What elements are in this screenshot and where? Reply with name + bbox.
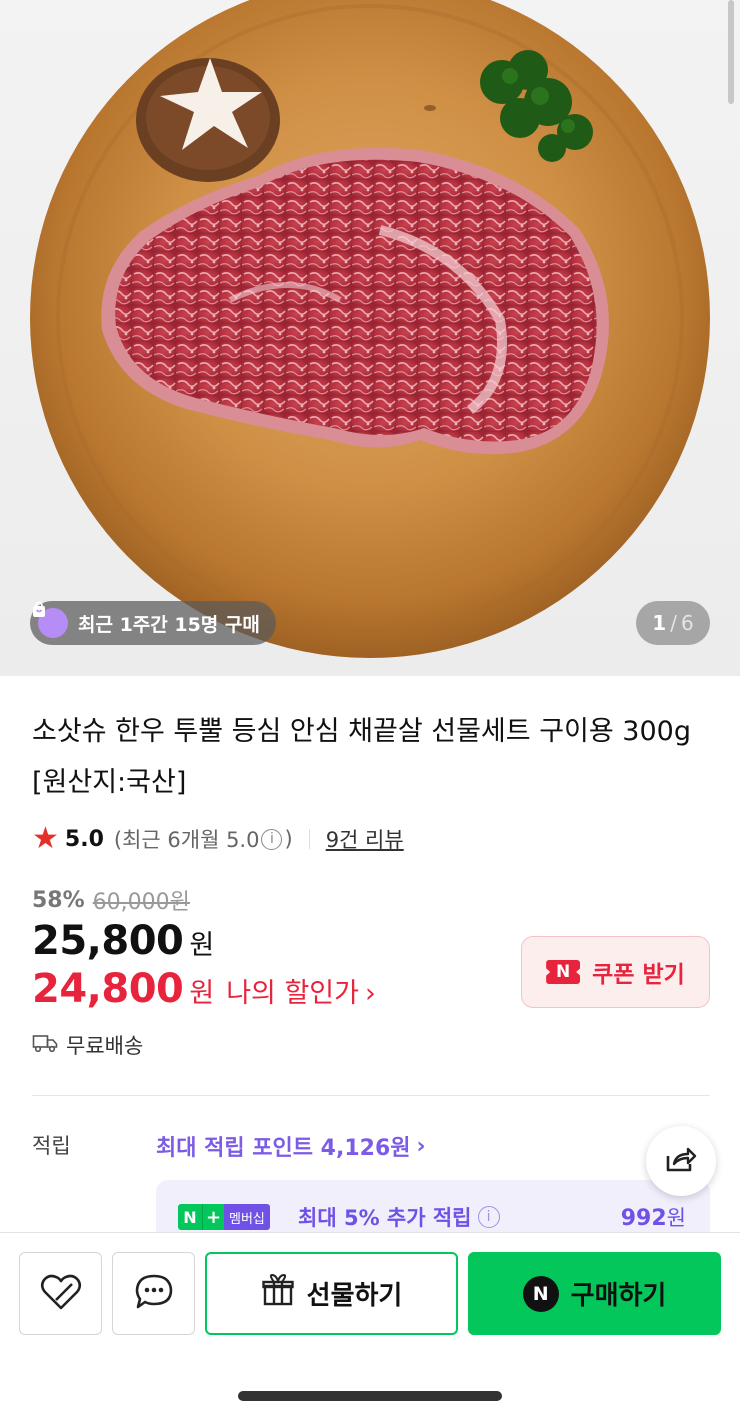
steak-on-board-photo (30, 0, 710, 658)
shopping-bag-icon (33, 601, 68, 638)
naver-plus-membership-badge: N + 멤버십 (178, 1204, 270, 1230)
image-counter-total: 6 (680, 611, 694, 635)
my-discount-price-label: 나의 할인가 (226, 978, 359, 1009)
gift-button[interactable]: 선물하기 (205, 1252, 458, 1335)
info-icon[interactable]: i (261, 828, 283, 850)
membership-amount: 992원 (621, 1202, 686, 1232)
recent-purchase-badge: 최근 1주간 15명 구매 (30, 601, 276, 645)
image-counter: 1 / 6 (636, 601, 710, 645)
coupon-button-label: 쿠폰 받기 (592, 962, 685, 988)
max-points-link[interactable]: 최대 적립 포인트 4,126원 › (156, 1130, 426, 1162)
shipping-info: 무료배송 (32, 1030, 143, 1060)
home-indicator[interactable] (238, 1391, 502, 1401)
membership-text: 최대 5% 추가 적립 i (298, 1202, 500, 1232)
chat-bubble-icon (133, 1272, 175, 1316)
recent-rating-close: ) (284, 827, 293, 851)
buy-button-label: 구매하기 (570, 1281, 667, 1311)
my-discount-price-link[interactable]: 24,800 원 나의 할인가 › (32, 966, 376, 1012)
shipping-text: 무료배송 (66, 1034, 144, 1058)
original-price: 60,000원 (92, 890, 190, 915)
recent-rating: (최근 6개월 5.0 i ) (114, 824, 293, 854)
membership-amount-value: 992 (620, 1206, 667, 1231)
gift-button-label: 선물하기 (306, 1281, 403, 1311)
rating-score: 5.0 (64, 826, 104, 852)
max-points-text: 최대 적립 포인트 4,126원 (156, 1136, 411, 1161)
membership-badge-label: 멤버십 (224, 1204, 270, 1230)
recent-rating-text: (최근 6개월 5.0 (113, 828, 260, 852)
membership-text-label: 최대 5% 추가 적립 (298, 1206, 472, 1230)
naver-coupon-icon: N (546, 960, 581, 984)
section-divider (32, 1095, 710, 1096)
truck-icon (32, 1033, 58, 1058)
scroll-indicator[interactable] (728, 0, 734, 104)
divider (308, 829, 310, 849)
product-image[interactable]: 최근 1주간 15명 구매 1 / 6 (0, 0, 740, 676)
coupon-button[interactable]: N 쿠폰 받기 (521, 936, 710, 1008)
info-icon[interactable]: i (477, 1206, 500, 1228)
share-button[interactable] (646, 1126, 716, 1196)
gift-icon (261, 1273, 295, 1314)
my-discount-price: 24,800 (32, 966, 184, 1012)
plus-icon: + (202, 1204, 224, 1230)
rating-row: ★ 5.0 (최근 6개월 5.0 i ) 9건 리뷰 (32, 821, 404, 857)
image-counter-separator: / (670, 611, 677, 635)
sale-price: 25,800 (32, 918, 184, 964)
my-discount-price-unit: 원 (189, 978, 215, 1009)
sale-price-unit: 원 (189, 930, 215, 961)
recent-purchase-text: 최근 1주간 15명 구매 (78, 613, 260, 636)
price-row: 25,800 원 (32, 918, 214, 964)
talk-button[interactable] (112, 1252, 195, 1335)
discount-row: 58% 60,000원 (32, 884, 190, 916)
naver-n-icon: N (178, 1204, 202, 1230)
image-counter-current: 1 (652, 611, 667, 635)
chevron-right-icon: › (416, 1133, 426, 1159)
reviews-link[interactable]: 9건 리뷰 (326, 824, 404, 854)
wishlist-button[interactable] (19, 1252, 102, 1335)
chevron-right-icon: › (365, 978, 376, 1009)
heart-icon (39, 1272, 83, 1316)
naver-pay-n-icon: N (522, 1275, 559, 1312)
points-label: 적립 (32, 1134, 71, 1158)
membership-amount-unit: 원 (666, 1206, 686, 1230)
discount-rate: 58% (32, 887, 85, 913)
buy-button[interactable]: N 구매하기 (468, 1252, 721, 1335)
product-title: 소삿슈 한우 투뿔 등심 안심 채끝살 선물세트 구이용 300g [원산지:국… (32, 716, 691, 798)
star-icon: ★ (32, 821, 59, 856)
share-icon (664, 1142, 698, 1180)
